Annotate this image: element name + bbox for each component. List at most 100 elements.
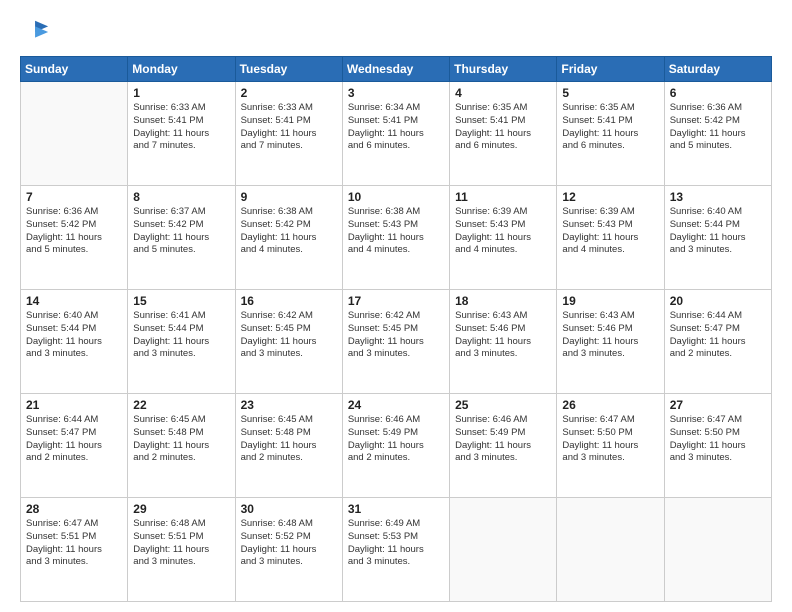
day-number: 6 xyxy=(670,86,766,100)
day-number: 20 xyxy=(670,294,766,308)
header xyxy=(20,18,772,46)
day-number: 19 xyxy=(562,294,658,308)
day-info: Sunrise: 6:41 AMSunset: 5:44 PMDaylight:… xyxy=(133,310,229,361)
day-number: 12 xyxy=(562,190,658,204)
calendar-week-row: 28 Sunrise: 6:47 AMSunset: 5:51 PMDayligh… xyxy=(21,498,772,602)
day-number: 31 xyxy=(348,502,444,516)
day-info: Sunrise: 6:47 AMSunset: 5:51 PMDaylight:… xyxy=(26,518,122,569)
day-number: 10 xyxy=(348,190,444,204)
calendar-day-cell: 2 Sunrise: 6:33 AMSunset: 5:41 PMDaylight… xyxy=(235,82,342,186)
day-number: 27 xyxy=(670,398,766,412)
calendar-day-cell: 19 Sunrise: 6:43 AMSunset: 5:46 PMDayligh… xyxy=(557,290,664,394)
calendar-day-cell: 14 Sunrise: 6:40 AMSunset: 5:44 PMDayligh… xyxy=(21,290,128,394)
day-info: Sunrise: 6:43 AMSunset: 5:46 PMDaylight:… xyxy=(562,310,658,361)
page: SundayMondayTuesdayWednesdayThursdayFrid… xyxy=(0,0,792,612)
calendar-day-cell: 15 Sunrise: 6:41 AMSunset: 5:44 PMDayligh… xyxy=(128,290,235,394)
calendar-day-cell: 27 Sunrise: 6:47 AMSunset: 5:50 PMDayligh… xyxy=(664,394,771,498)
day-info: Sunrise: 6:39 AMSunset: 5:43 PMDaylight:… xyxy=(562,206,658,257)
calendar-week-row: 1Sunrise: 6:33 AMSunset: 5:41 PMDaylight… xyxy=(21,82,772,186)
day-info: Sunrise: 6:46 AMSunset: 5:49 PMDaylight:… xyxy=(455,414,551,465)
day-number: 28 xyxy=(26,502,122,516)
logo-flag-icon xyxy=(22,18,50,46)
day-number: 5 xyxy=(562,86,658,100)
calendar-day-cell: 29Sunrise: 6:48 AMSunset: 5:51 PMDayligh… xyxy=(128,498,235,602)
day-number: 23 xyxy=(241,398,337,412)
calendar-day-cell: 24Sunrise: 6:46 AMSunset: 5:49 PMDayligh… xyxy=(342,394,449,498)
day-info: Sunrise: 6:42 AMSunset: 5:45 PMDaylight:… xyxy=(348,310,444,361)
day-info: Sunrise: 6:33 AMSunset: 5:41 PMDaylight:… xyxy=(133,102,229,153)
day-info: Sunrise: 6:38 AMSunset: 5:43 PMDaylight:… xyxy=(348,206,444,257)
weekday-header-cell: Tuesday xyxy=(235,57,342,82)
day-number: 14 xyxy=(26,294,122,308)
weekday-header-cell: Wednesday xyxy=(342,57,449,82)
day-number: 3 xyxy=(348,86,444,100)
calendar-day-cell: 4 Sunrise: 6:35 AMSunset: 5:41 PMDaylight… xyxy=(450,82,557,186)
calendar-day-cell: 25Sunrise: 6:46 AMSunset: 5:49 PMDayligh… xyxy=(450,394,557,498)
day-info: Sunrise: 6:33 AMSunset: 5:41 PMDaylight:… xyxy=(241,102,337,153)
calendar-day-cell: 12 Sunrise: 6:39 AMSunset: 5:43 PMDayligh… xyxy=(557,186,664,290)
day-number: 17 xyxy=(348,294,444,308)
calendar-week-row: 7 Sunrise: 6:36 AMSunset: 5:42 PMDaylight… xyxy=(21,186,772,290)
calendar-day-cell: 9 Sunrise: 6:38 AMSunset: 5:42 PMDaylight… xyxy=(235,186,342,290)
calendar-day-cell: 20Sunrise: 6:44 AMSunset: 5:47 PMDayligh… xyxy=(664,290,771,394)
day-number: 18 xyxy=(455,294,551,308)
calendar-day-cell: 23 Sunrise: 6:45 AMSunset: 5:48 PMDayligh… xyxy=(235,394,342,498)
day-number: 2 xyxy=(241,86,337,100)
calendar-day-cell xyxy=(664,498,771,602)
weekday-header-cell: Monday xyxy=(128,57,235,82)
day-info: Sunrise: 6:39 AMSunset: 5:43 PMDaylight:… xyxy=(455,206,551,257)
day-info: Sunrise: 6:34 AMSunset: 5:41 PMDaylight:… xyxy=(348,102,444,153)
calendar-week-row: 14 Sunrise: 6:40 AMSunset: 5:44 PMDayligh… xyxy=(21,290,772,394)
day-info: Sunrise: 6:36 AMSunset: 5:42 PMDaylight:… xyxy=(26,206,122,257)
day-info: Sunrise: 6:40 AMSunset: 5:44 PMDaylight:… xyxy=(26,310,122,361)
day-info: Sunrise: 6:45 AMSunset: 5:48 PMDaylight:… xyxy=(241,414,337,465)
weekday-header-cell: Thursday xyxy=(450,57,557,82)
calendar-day-cell: 1Sunrise: 6:33 AMSunset: 5:41 PMDaylight… xyxy=(128,82,235,186)
day-number: 21 xyxy=(26,398,122,412)
day-info: Sunrise: 6:40 AMSunset: 5:44 PMDaylight:… xyxy=(670,206,766,257)
day-number: 29 xyxy=(133,502,229,516)
calendar-day-cell xyxy=(450,498,557,602)
day-number: 11 xyxy=(455,190,551,204)
calendar-day-cell: 28 Sunrise: 6:47 AMSunset: 5:51 PMDayligh… xyxy=(21,498,128,602)
calendar-day-cell: 21 Sunrise: 6:44 AMSunset: 5:47 PMDayligh… xyxy=(21,394,128,498)
calendar-day-cell: 17 Sunrise: 6:42 AMSunset: 5:45 PMDayligh… xyxy=(342,290,449,394)
day-number: 9 xyxy=(241,190,337,204)
day-number: 4 xyxy=(455,86,551,100)
day-number: 16 xyxy=(241,294,337,308)
calendar-day-cell: 6 Sunrise: 6:36 AMSunset: 5:42 PMDaylight… xyxy=(664,82,771,186)
calendar-week-row: 21 Sunrise: 6:44 AMSunset: 5:47 PMDayligh… xyxy=(21,394,772,498)
calendar-day-cell: 18 Sunrise: 6:43 AMSunset: 5:46 PMDayligh… xyxy=(450,290,557,394)
calendar-day-cell: 7 Sunrise: 6:36 AMSunset: 5:42 PMDaylight… xyxy=(21,186,128,290)
day-info: Sunrise: 6:48 AMSunset: 5:52 PMDaylight:… xyxy=(241,518,337,569)
calendar-day-cell: 22Sunrise: 6:45 AMSunset: 5:48 PMDayligh… xyxy=(128,394,235,498)
day-info: Sunrise: 6:47 AMSunset: 5:50 PMDaylight:… xyxy=(562,414,658,465)
day-info: Sunrise: 6:37 AMSunset: 5:42 PMDaylight:… xyxy=(133,206,229,257)
calendar-day-cell: 31 Sunrise: 6:49 AMSunset: 5:53 PMDayligh… xyxy=(342,498,449,602)
day-info: Sunrise: 6:36 AMSunset: 5:42 PMDaylight:… xyxy=(670,102,766,153)
day-info: Sunrise: 6:46 AMSunset: 5:49 PMDaylight:… xyxy=(348,414,444,465)
calendar-day-cell: 11 Sunrise: 6:39 AMSunset: 5:43 PMDayligh… xyxy=(450,186,557,290)
calendar-table: SundayMondayTuesdayWednesdayThursdayFrid… xyxy=(20,56,772,602)
day-info: Sunrise: 6:44 AMSunset: 5:47 PMDaylight:… xyxy=(26,414,122,465)
day-info: Sunrise: 6:42 AMSunset: 5:45 PMDaylight:… xyxy=(241,310,337,361)
day-info: Sunrise: 6:35 AMSunset: 5:41 PMDaylight:… xyxy=(455,102,551,153)
calendar-day-cell: 5Sunrise: 6:35 AMSunset: 5:41 PMDaylight… xyxy=(557,82,664,186)
day-number: 7 xyxy=(26,190,122,204)
calendar-day-cell: 8 Sunrise: 6:37 AMSunset: 5:42 PMDaylight… xyxy=(128,186,235,290)
weekday-header-cell: Saturday xyxy=(664,57,771,82)
day-number: 26 xyxy=(562,398,658,412)
day-number: 30 xyxy=(241,502,337,516)
day-info: Sunrise: 6:38 AMSunset: 5:42 PMDaylight:… xyxy=(241,206,337,257)
calendar-day-cell: 13Sunrise: 6:40 AMSunset: 5:44 PMDayligh… xyxy=(664,186,771,290)
logo xyxy=(20,18,50,46)
day-info: Sunrise: 6:43 AMSunset: 5:46 PMDaylight:… xyxy=(455,310,551,361)
weekday-header-row: SundayMondayTuesdayWednesdayThursdayFrid… xyxy=(21,57,772,82)
day-info: Sunrise: 6:49 AMSunset: 5:53 PMDaylight:… xyxy=(348,518,444,569)
weekday-header-cell: Friday xyxy=(557,57,664,82)
day-info: Sunrise: 6:47 AMSunset: 5:50 PMDaylight:… xyxy=(670,414,766,465)
day-number: 8 xyxy=(133,190,229,204)
calendar-day-cell xyxy=(21,82,128,186)
calendar-day-cell: 30 Sunrise: 6:48 AMSunset: 5:52 PMDayligh… xyxy=(235,498,342,602)
day-number: 15 xyxy=(133,294,229,308)
